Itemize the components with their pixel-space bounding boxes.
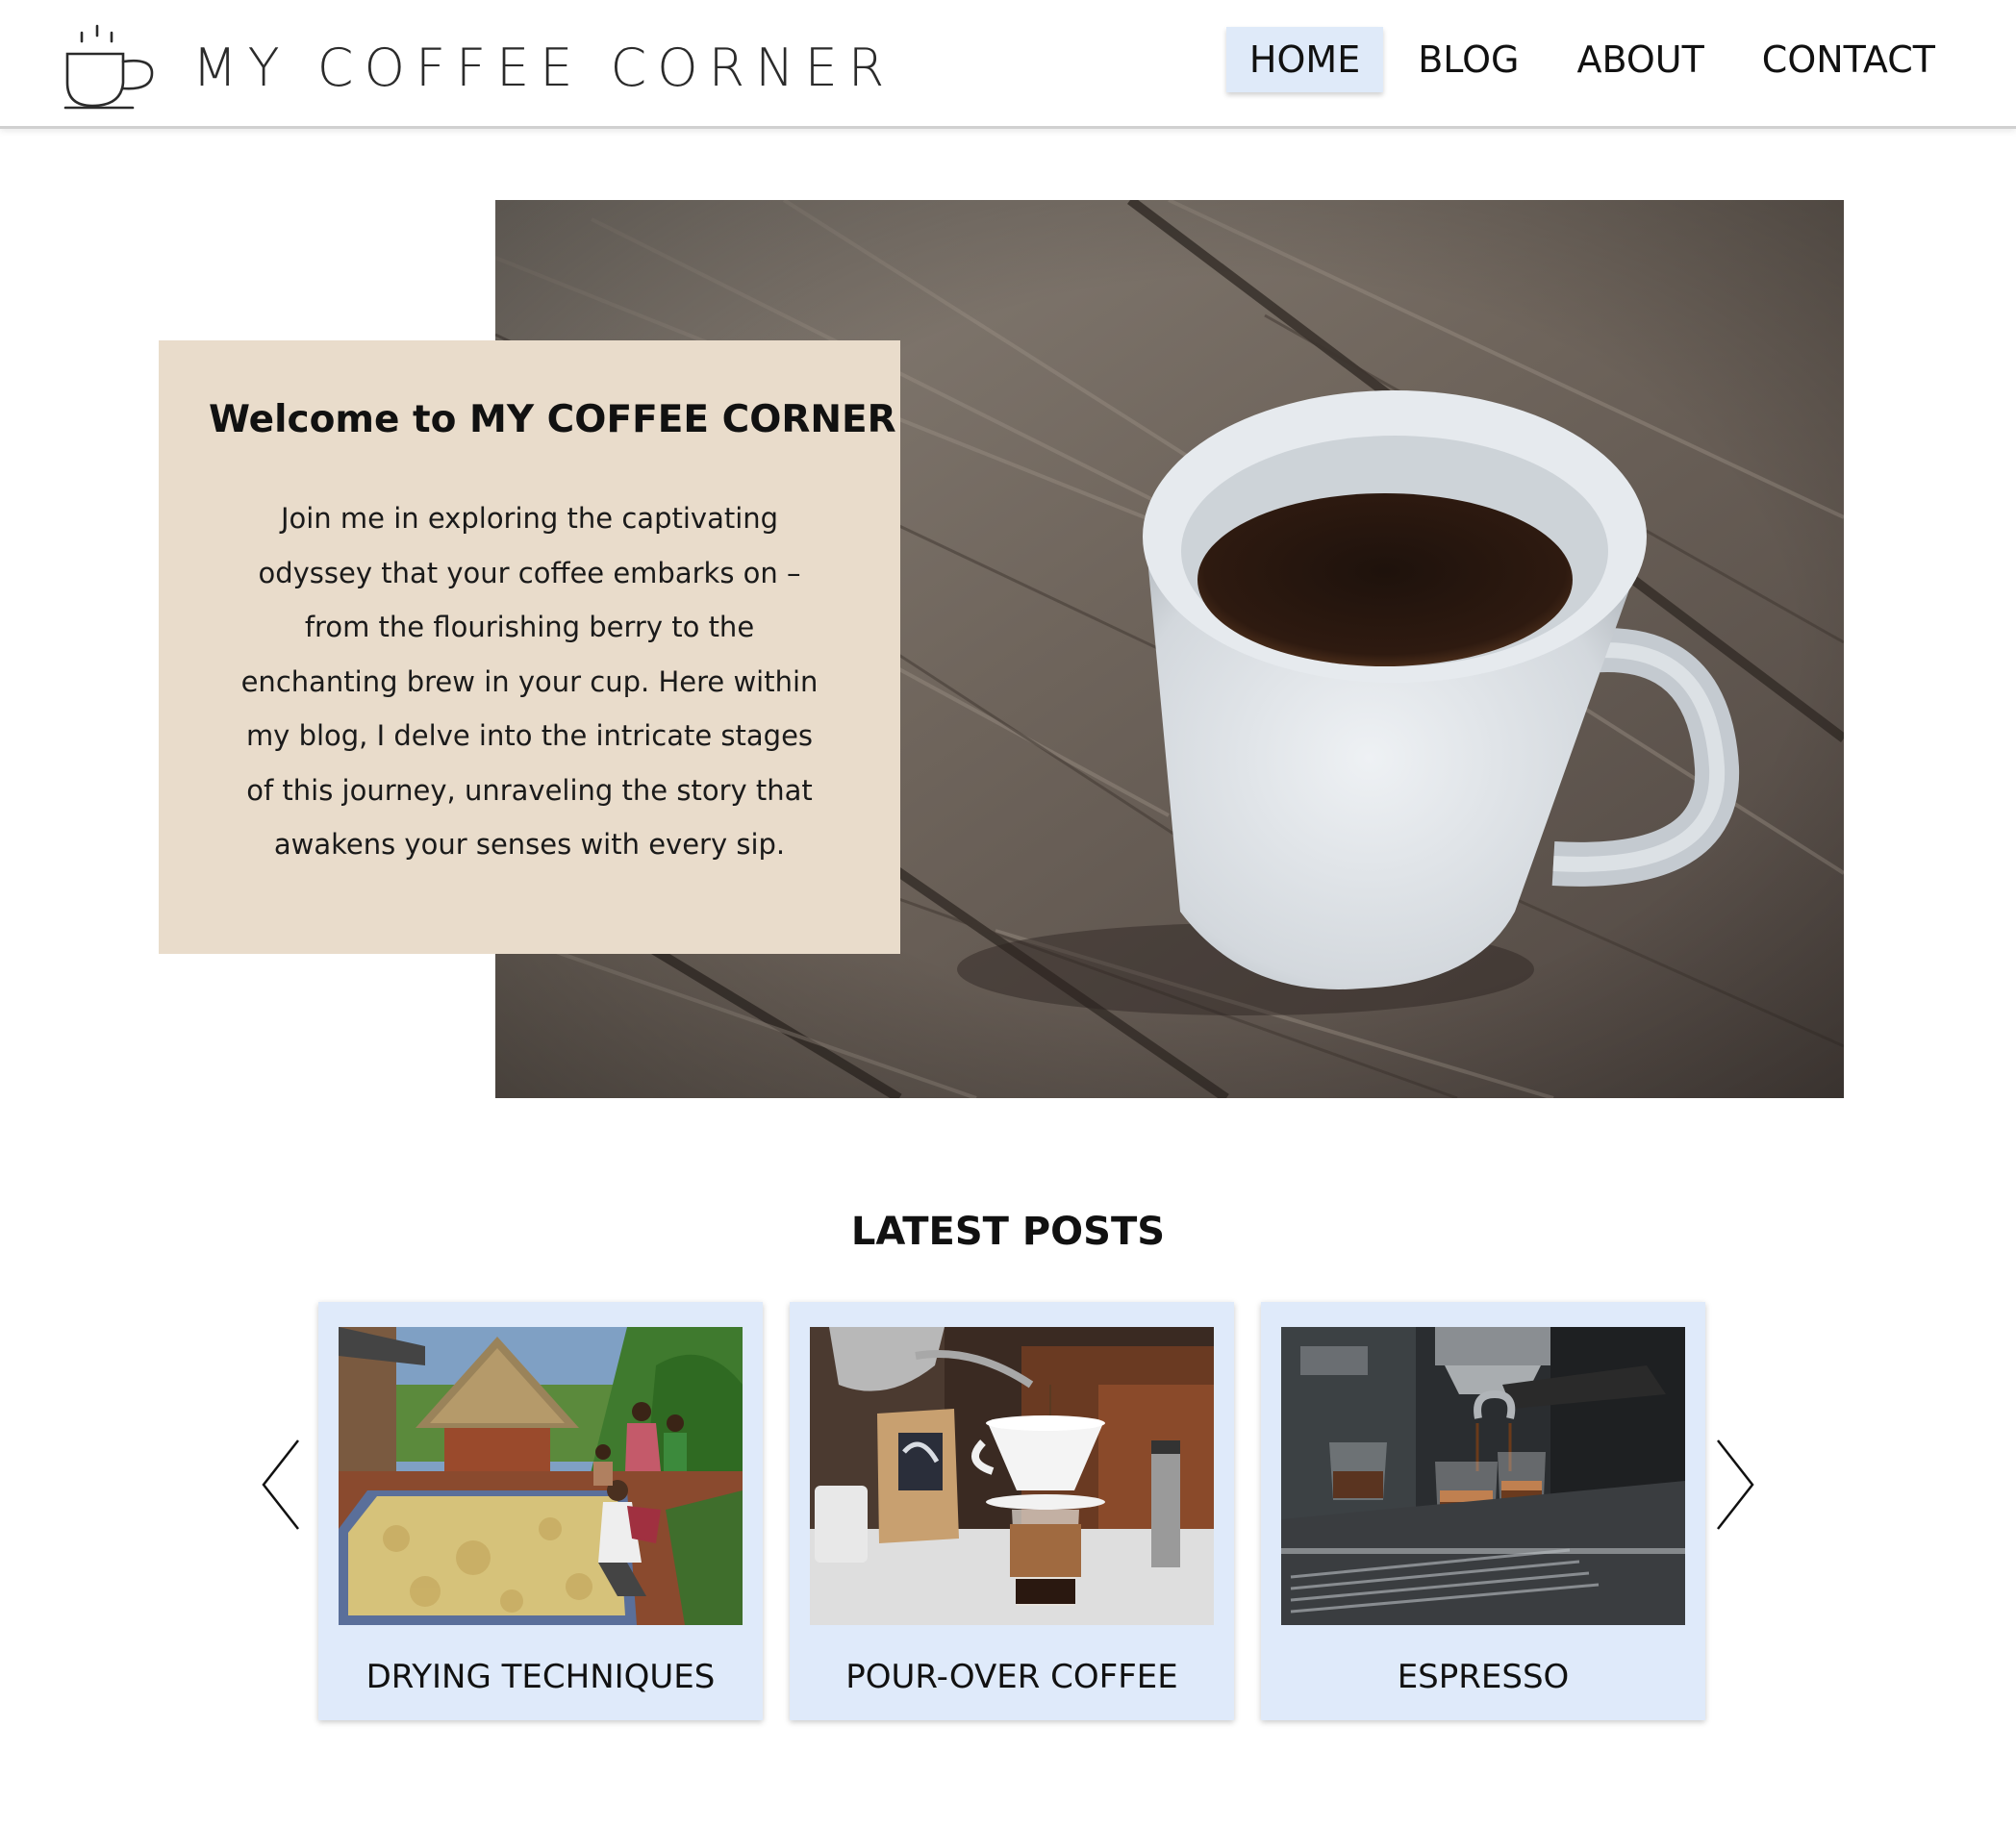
espresso-machine-photo [1281,1327,1685,1625]
post-title[interactable]: POUR-OVER COFFEE [790,1658,1234,1696]
welcome-title: Welcome to MY COFFEE CORNER [209,398,896,441]
nav-item-contact[interactable]: CONTACT [1739,27,1958,92]
post-title[interactable]: ESPRESSO [1261,1658,1705,1696]
coffee-beans-drying-photo [339,1327,743,1625]
post-card-pour-over-coffee[interactable]: POUR-OVER COFFEE [790,1302,1234,1720]
nav-item-home[interactable]: HOME [1225,27,1384,92]
welcome-body: Join me in exploring the captivating ody… [240,502,819,861]
carousel-next-button[interactable] [1714,1437,1756,1533]
latest-posts-heading: LATEST POSTS [850,1210,1166,1254]
coffee-cup-icon [63,24,154,110]
post-card-drying-techniques[interactable]: DRYING TECHNIQUES [318,1302,763,1720]
chevron-left-icon [262,1439,299,1530]
site-logo[interactable]: MY COFFEE CORNER [63,23,895,112]
nav-item-about[interactable]: ABOUT [1553,27,1726,92]
main-nav: HOME BLOG ABOUT CONTACT [1225,27,1958,92]
pour-over-brewing-photo [810,1327,1214,1625]
post-card-espresso[interactable]: ESPRESSO [1261,1302,1705,1720]
site-header: MY COFFEE CORNER HOME BLOG ABOUT CONTACT [0,0,2016,129]
post-title[interactable]: DRYING TECHNIQUES [318,1658,763,1696]
site-logo-text: MY COFFEE CORNER [192,37,895,98]
chevron-right-icon [1717,1439,1754,1530]
post-thumbnail[interactable] [339,1327,743,1625]
nav-item-blog[interactable]: BLOG [1395,27,1542,92]
welcome-card: Welcome to MY COFFEE CORNER Join me in e… [159,340,900,954]
post-thumbnail[interactable] [810,1327,1214,1625]
post-thumbnail[interactable] [1281,1327,1685,1625]
carousel-prev-button[interactable] [260,1437,302,1533]
